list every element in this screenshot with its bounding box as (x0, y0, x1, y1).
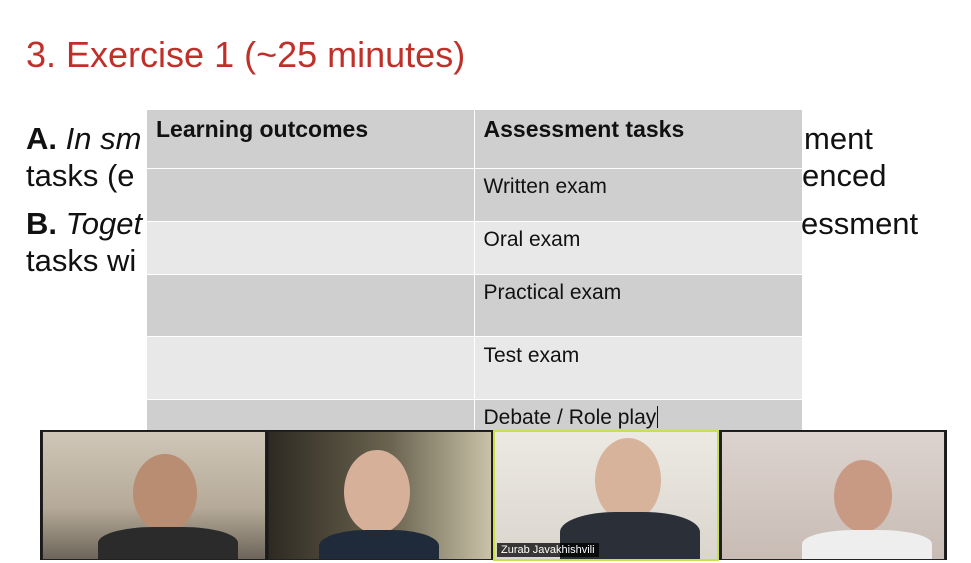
participant-name-tag: Zurab Javakhishvili (497, 543, 599, 557)
outcomes-table-container: Learning outcomes Assessment tasks Writt… (147, 110, 802, 430)
outcome-cell[interactable] (147, 168, 475, 222)
table-row: Practical exam (147, 274, 802, 337)
table-row: Written exam (147, 168, 802, 222)
participant-body (98, 527, 238, 559)
outcomes-table: Learning outcomes Assessment tasks Writt… (147, 110, 802, 430)
video-gallery: Zurab Javakhishvili (40, 430, 947, 561)
participant-head (344, 450, 410, 534)
outcome-cell[interactable] (147, 221, 475, 275)
participant-body (802, 530, 932, 559)
task-text: Debate / Role play (483, 406, 657, 429)
outcome-cell[interactable] (147, 274, 475, 337)
table-row: Debate / Role play (147, 399, 802, 430)
participant-head (834, 460, 892, 532)
header-learning-outcomes: Learning outcomes (147, 110, 475, 169)
participant-head (595, 438, 661, 522)
participant-body (319, 530, 439, 559)
text-b: Toget (65, 206, 143, 241)
label-b: B. (26, 206, 57, 241)
video-tile[interactable] (268, 431, 492, 560)
text-a: In sm (65, 121, 142, 156)
label-a: A. (26, 121, 57, 156)
line-a2-right: enced (802, 158, 887, 193)
outcome-cell[interactable] (147, 336, 475, 400)
video-tile[interactable] (721, 431, 945, 560)
slide-title: 3. Exercise 1 (~25 minutes) (26, 34, 466, 75)
participant-head (133, 454, 197, 532)
line-b2-left: tasks wi (26, 243, 137, 278)
text-cursor (657, 406, 659, 428)
task-cell[interactable]: Oral exam (474, 221, 802, 275)
table-row: Oral exam (147, 221, 802, 275)
table-row: Test exam (147, 336, 802, 400)
line-a2-left: tasks (e (26, 158, 135, 193)
header-assessment-tasks: Assessment tasks (474, 110, 802, 169)
task-cell[interactable]: Practical exam (474, 274, 802, 337)
line-b: B. Toget (26, 205, 142, 243)
video-tile[interactable] (42, 431, 266, 560)
video-tile-active[interactable]: Zurab Javakhishvili (493, 430, 719, 561)
task-cell[interactable]: Test exam (474, 336, 802, 400)
table-header-row: Learning outcomes Assessment tasks (147, 110, 802, 169)
outcome-cell[interactable] (147, 399, 475, 430)
text-b-right: essment (801, 206, 919, 241)
task-cell[interactable]: Written exam (474, 168, 802, 222)
text-a-right: ment (804, 121, 873, 156)
line-a: A. In sm (26, 120, 141, 158)
task-cell[interactable]: Debate / Role play (474, 399, 802, 430)
